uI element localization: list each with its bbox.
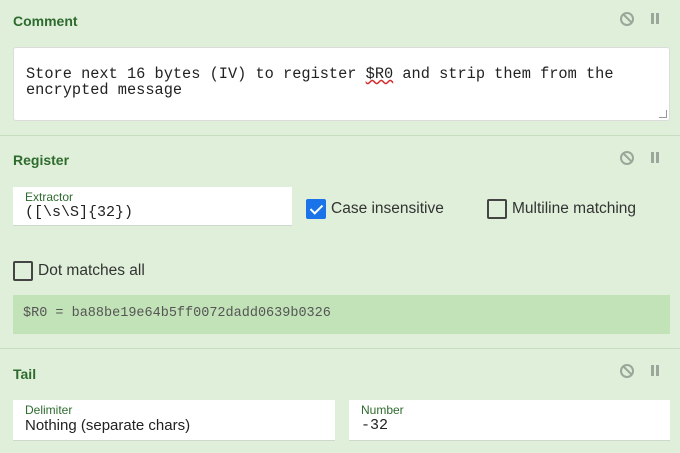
disable-icon[interactable]	[620, 151, 634, 165]
comment-operation: Comment Store next 16 bytes (IV) to regi…	[0, 0, 680, 136]
comment-textarea[interactable]: Store next 16 bytes (IV) to register $R0…	[13, 47, 670, 121]
number-value: -32	[361, 417, 389, 434]
tail-operation: Tail Delimiter Nothing (separate chars) …	[0, 349, 680, 453]
delimiter-value: Nothing (separate chars)	[25, 417, 191, 434]
comment-text-register: $R0	[365, 65, 394, 83]
multiline-checkbox[interactable]	[487, 199, 507, 219]
register-output: $R0 = ba88be19e64b5ff0072dadd0639b0326	[13, 295, 670, 334]
dot-matches-all-checkbox[interactable]	[13, 261, 33, 281]
delimiter-label: Delimiter	[25, 403, 73, 417]
number-label: Number	[361, 403, 404, 417]
case-insensitive-checkbox[interactable]	[306, 199, 326, 219]
tail-title: Tail	[13, 366, 37, 382]
comment-title: Comment	[13, 13, 78, 29]
comment-text-line2: encrypted message	[26, 81, 183, 99]
breakpoint-icon[interactable]	[648, 364, 662, 378]
comment-text-rest: and strip them from the	[393, 65, 614, 83]
register-operation: Register Extractor ([\s\S]{32}) Case ins…	[0, 136, 680, 349]
disable-icon[interactable]	[620, 364, 634, 378]
resize-handle[interactable]	[659, 110, 667, 118]
breakpoint-icon[interactable]	[648, 12, 662, 26]
extractor-label: Extractor	[25, 190, 74, 204]
dot-matches-all-label: Dot matches all	[38, 262, 145, 279]
multiline-label: Multiline matching	[512, 200, 637, 217]
disable-icon[interactable]	[620, 12, 634, 26]
number-input[interactable]: Number -32	[349, 400, 670, 441]
case-insensitive-label: Case insensitive	[331, 200, 444, 217]
extractor-value: ([\s\S]{32})	[25, 204, 134, 221]
register-title: Register	[13, 152, 70, 168]
breakpoint-icon[interactable]	[648, 151, 662, 165]
extractor-field[interactable]: Extractor ([\s\S]{32})	[13, 187, 292, 226]
delimiter-dropdown[interactable]: Delimiter Nothing (separate chars)	[13, 400, 335, 441]
